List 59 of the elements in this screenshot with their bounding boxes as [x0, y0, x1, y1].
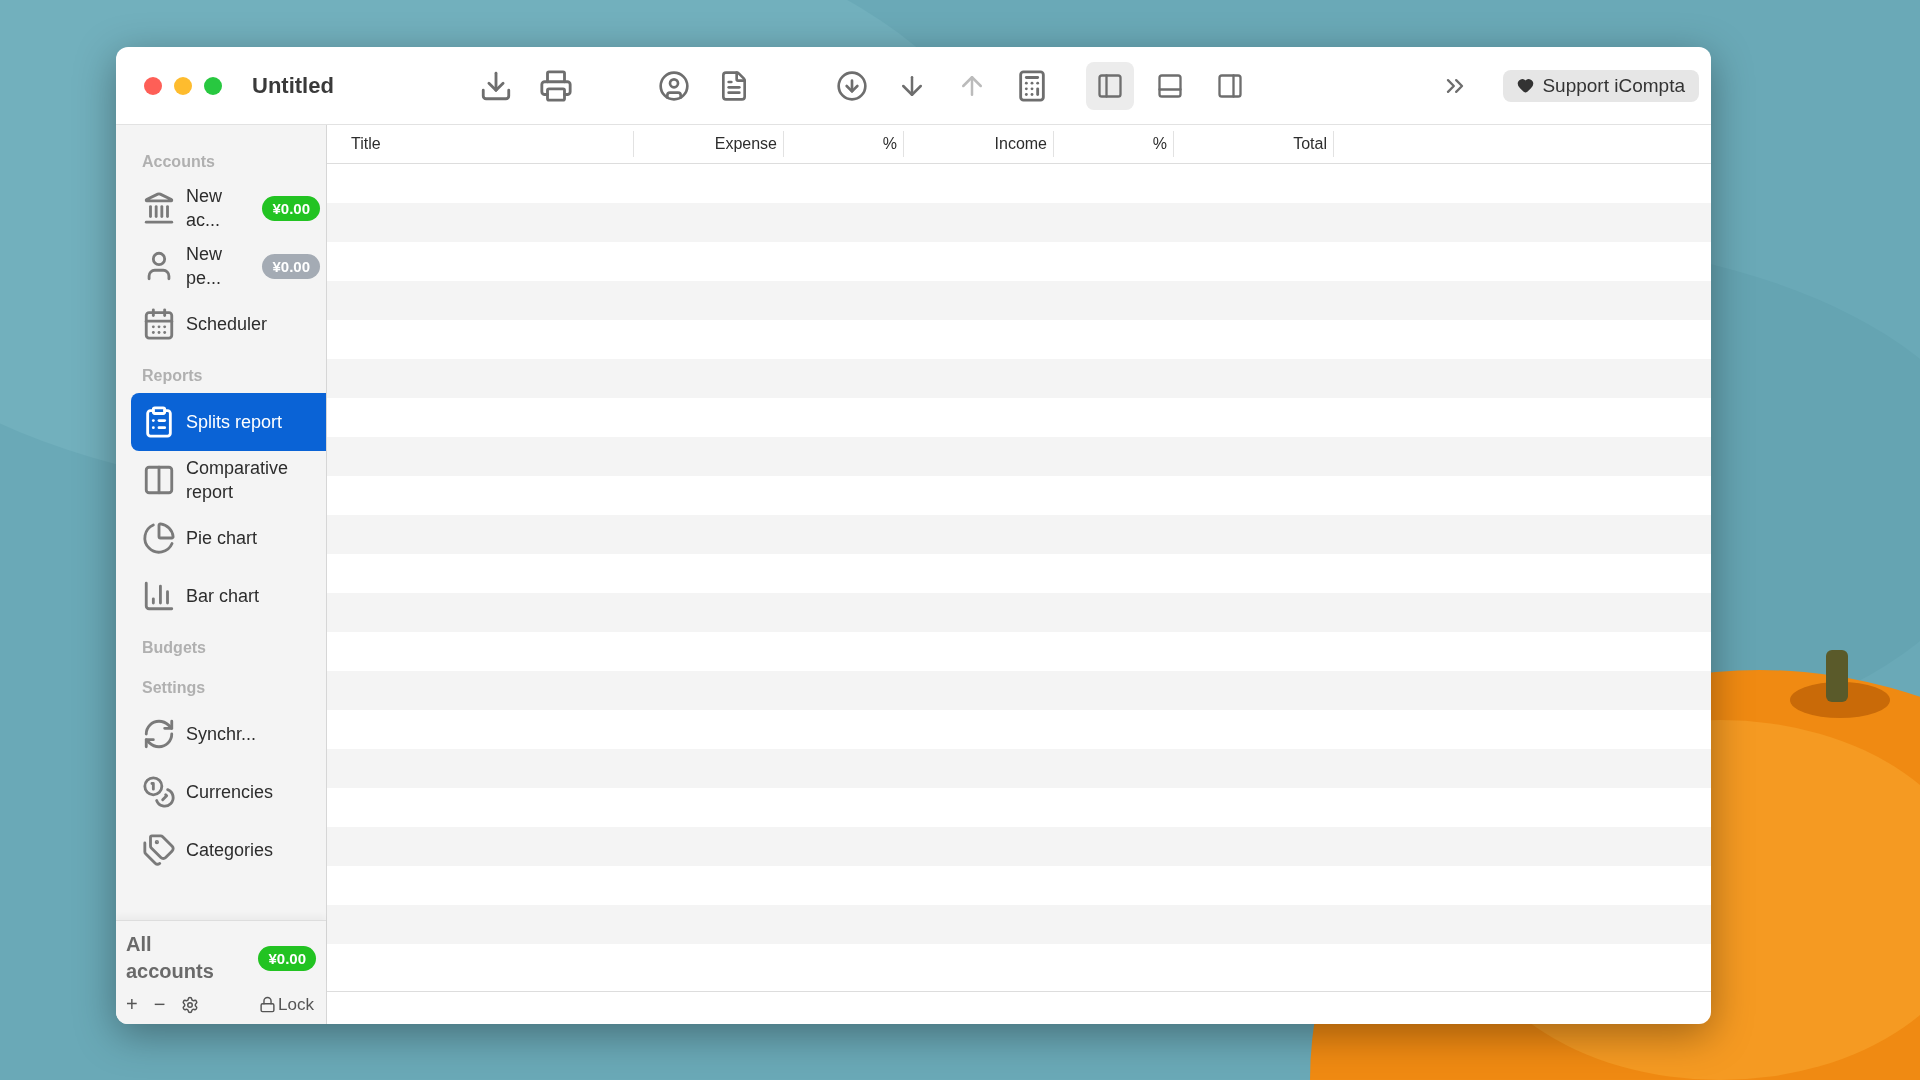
column-header[interactable]: % [784, 131, 904, 157]
section-header: Reports [141, 366, 204, 386]
total-label: All accounts [126, 932, 215, 984]
columns-icon [142, 463, 176, 497]
panel-left-icon [1096, 71, 1124, 100]
column-header[interactable]: Total [1174, 131, 1334, 157]
sidebar-item[interactable]: Currencies [131, 763, 326, 821]
panel-right-icon [1216, 71, 1244, 100]
sidebar-item[interactable]: Splits report [131, 393, 326, 451]
item-label: Comparative report [186, 457, 290, 504]
column-header[interactable]: Title [327, 131, 634, 157]
lock-button[interactable]: Lock [259, 994, 314, 1015]
column-header[interactable]: Expense [634, 131, 784, 157]
item-label: Scheduler [186, 313, 269, 336]
sidebar-item[interactable]: Categories [131, 821, 326, 879]
balance-badge: ¥0.00 [262, 253, 320, 279]
panel-bottom-icon [1156, 71, 1184, 100]
window-title: Untitled [252, 72, 335, 99]
sidebar-toggle-button[interactable] [1086, 61, 1134, 110]
item-label: Pie chart [186, 527, 259, 550]
item-label: Currencies [186, 781, 275, 804]
lock-icon [259, 996, 277, 1013]
sidebar-item[interactable]: Scheduler [131, 295, 326, 353]
section-header: Budgets [141, 638, 207, 658]
pie-chart-icon [142, 521, 176, 555]
sidebar-item[interactable]: New ac... ¥0.00 [131, 179, 326, 237]
balance-badge: ¥0.00 [262, 195, 320, 221]
bank-icon [142, 191, 176, 225]
coins-icon [142, 775, 176, 809]
add-button[interactable]: + [126, 993, 138, 1016]
item-label: New ac... [186, 185, 223, 232]
heart-icon [1517, 77, 1535, 94]
sidebar-item[interactable]: New pe... ¥0.00 [131, 237, 326, 295]
item-label: Splits report [186, 411, 284, 434]
tags-icon [142, 833, 176, 867]
sidebar-item[interactable]: Pie chart [131, 509, 326, 567]
sync-icon [142, 717, 176, 751]
down-arrow-circle-icon [836, 69, 868, 102]
section-header: Settings [141, 678, 207, 698]
balance-badge: ¥0.00 [258, 945, 316, 971]
sidebar-item[interactable]: Comparative report [131, 451, 326, 509]
sidebar-item[interactable]: Bar chart [131, 567, 326, 625]
gear-icon [181, 995, 200, 1014]
item-label: New pe... [186, 243, 223, 290]
printer-icon [539, 68, 573, 103]
close-button[interactable] [144, 76, 162, 95]
section-header: Accounts [141, 152, 216, 172]
sidebar-item[interactable]: Synchr... [131, 705, 326, 763]
user-icon [658, 69, 690, 102]
item-label: Synchr... [186, 723, 258, 746]
item-label: Bar chart [186, 585, 261, 608]
remove-button[interactable]: − [153, 993, 166, 1016]
calendar-icon [142, 307, 176, 341]
column-header[interactable]: % [1054, 131, 1174, 157]
settings-button[interactable] [181, 995, 200, 1014]
bar-chart-icon [142, 579, 176, 613]
column-header[interactable]: Income [904, 131, 1054, 157]
support-button[interactable]: Support iCompta [1503, 69, 1699, 102]
item-label: Categories [186, 839, 275, 862]
